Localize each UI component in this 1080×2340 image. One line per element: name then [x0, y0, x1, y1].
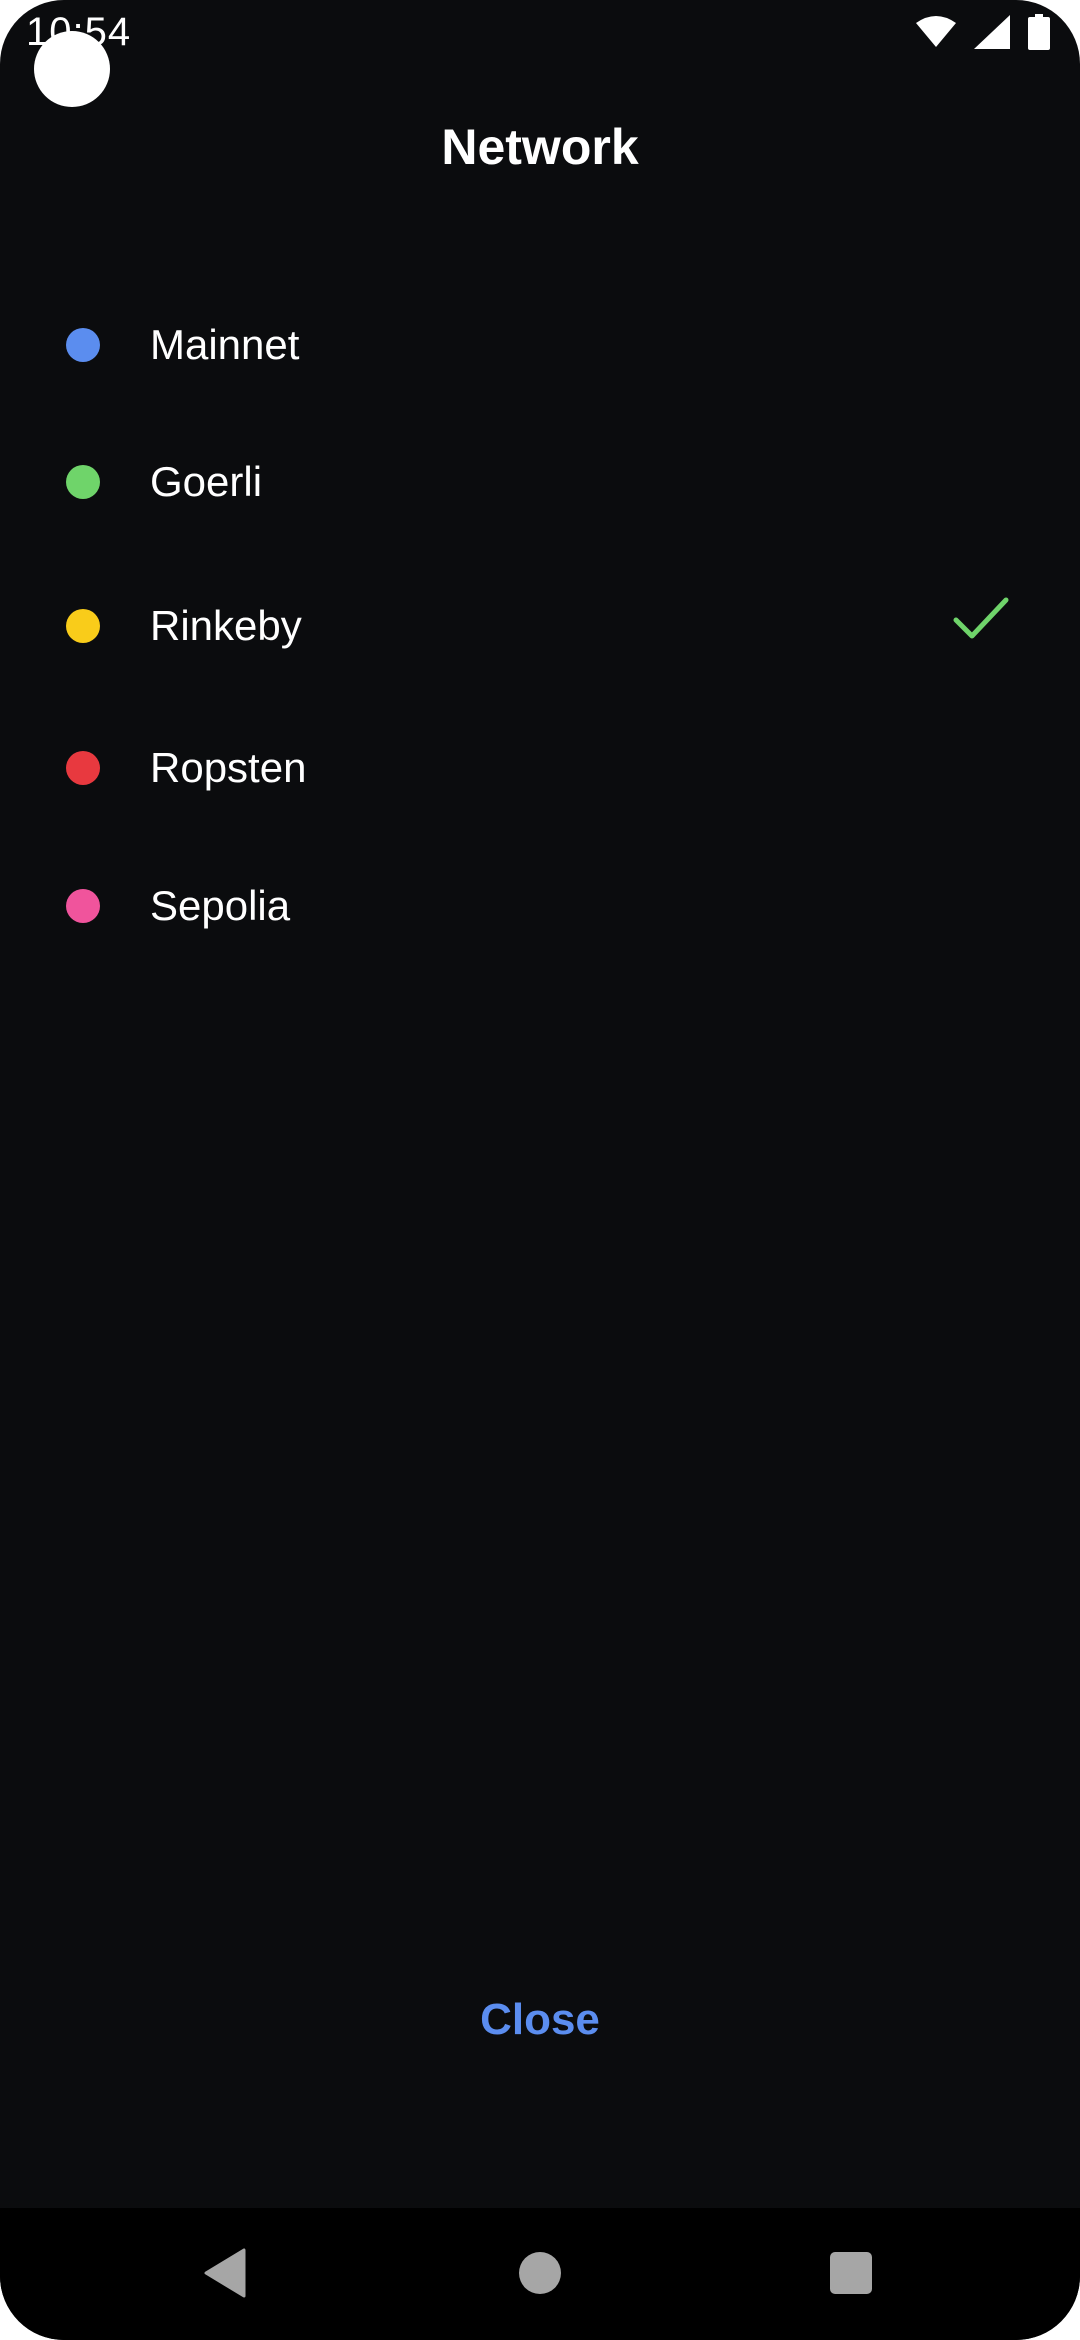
- network-item-rinkeby[interactable]: Rinkeby: [0, 566, 1080, 686]
- back-icon[interactable]: [204, 2248, 246, 2303]
- network-label: Goerli: [150, 458, 263, 505]
- recents-icon[interactable]: [830, 2252, 872, 2294]
- navigation-bar: [0, 2208, 1080, 2340]
- network-item-goerli[interactable]: Goerli: [0, 422, 1080, 542]
- network-label: Sepolia: [150, 882, 291, 929]
- status-icons: [916, 14, 1050, 50]
- network-color-dot: [66, 889, 100, 923]
- network-label: Mainnet: [150, 321, 300, 368]
- network-item-ropsten[interactable]: Ropsten: [0, 708, 1080, 828]
- network-item-sepolia[interactable]: Sepolia: [0, 846, 1080, 966]
- close-button[interactable]: Close: [440, 1985, 640, 2055]
- page-title: Network: [441, 119, 639, 175]
- selected-check-icon: [953, 596, 1009, 647]
- network-item-mainnet[interactable]: Mainnet: [0, 285, 1080, 405]
- network-color-dot: [66, 751, 100, 785]
- home-icon[interactable]: [519, 2252, 561, 2294]
- network-color-dot: [66, 328, 100, 362]
- screen: 10:54 Network Mainnet Goerli: [0, 0, 1080, 2340]
- network-label: Rinkeby: [150, 602, 302, 649]
- wifi-icon: [916, 15, 956, 49]
- network-label: Ropsten: [150, 744, 307, 791]
- battery-icon: [1028, 14, 1050, 50]
- network-color-dot: [66, 609, 100, 643]
- camera-cutout: [34, 31, 110, 107]
- network-color-dot: [66, 465, 100, 499]
- signal-icon: [974, 15, 1010, 49]
